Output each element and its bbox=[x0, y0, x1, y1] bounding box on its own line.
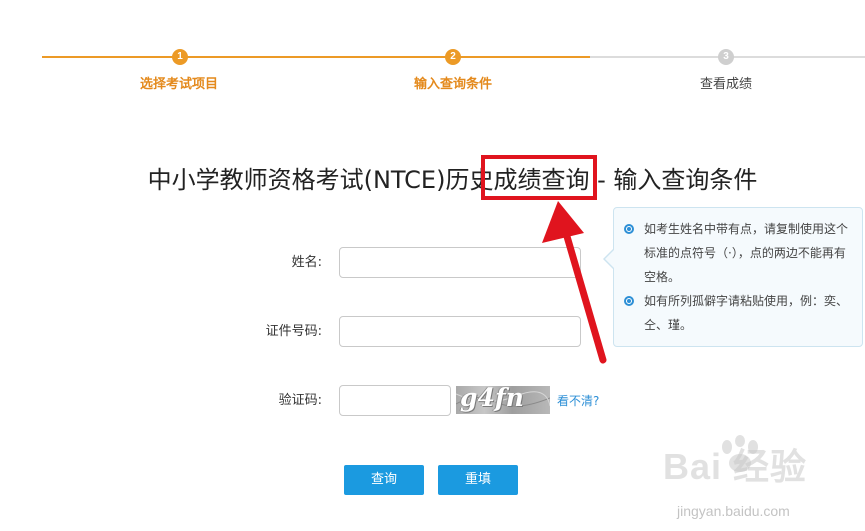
step-1-label: 选择考试项目 bbox=[139, 77, 218, 92]
submit-button[interactable]: 查询 bbox=[344, 465, 424, 495]
reset-button[interactable]: 重填 bbox=[438, 465, 518, 495]
tip-item: 如有所列孤僻字请粘贴使用，例：奕、仝、瑾。 bbox=[624, 289, 854, 337]
page-title: 中小学教师资格考试(NTCE)历史成绩查询 - 输入查询条件 bbox=[147, 166, 758, 194]
annotation-arrow-icon bbox=[542, 201, 607, 364]
watermark-logo: Bai 经验 bbox=[663, 446, 808, 487]
annotation-highlight-box bbox=[481, 155, 597, 200]
step-2-label: 输入查询条件 bbox=[413, 77, 492, 92]
captcha-label: 验证码: bbox=[278, 393, 322, 408]
tip-text-2: 如有所列孤僻字请粘贴使用，例：奕、仝、瑾。 bbox=[644, 294, 849, 332]
step-2-number: 2 bbox=[445, 49, 461, 65]
id-number-label: 证件号码: bbox=[265, 324, 322, 339]
input-hint-tooltip: 如考生姓名中带有点，请复制使用这个标准的点符号（·），点的两边不能再有空格。 如… bbox=[603, 207, 863, 347]
captcha-input[interactable] bbox=[339, 385, 451, 416]
progress-track-completed bbox=[42, 56, 590, 58]
bullet-icon bbox=[624, 296, 634, 306]
captcha-image[interactable]: g4fn bbox=[456, 386, 550, 414]
tip-text-1: 如考生姓名中带有点，请复制使用这个标准的点符号（·），点的两边不能再有空格。 bbox=[644, 222, 849, 284]
refresh-captcha-link[interactable]: 看不清? bbox=[557, 393, 599, 409]
step-3-label: 查看成绩 bbox=[699, 77, 752, 92]
step-1-number: 1 bbox=[172, 49, 188, 65]
name-label: 姓名: bbox=[291, 255, 322, 270]
baidu-jingyan-watermark: Bai 经验 jingyan.baidu.com bbox=[655, 433, 860, 528]
step-3-number: 3 bbox=[718, 49, 734, 65]
captcha-text: g4fn bbox=[460, 386, 524, 412]
progress-stepper: 1 选择考试项目 2 输入查询条件 3 查看成绩 bbox=[0, 0, 865, 110]
tip-item: 如考生姓名中带有点，请复制使用这个标准的点符号（·），点的两边不能再有空格。 bbox=[624, 217, 854, 289]
bullet-icon bbox=[624, 224, 634, 234]
watermark-url: jingyan.baidu.com bbox=[677, 503, 790, 519]
